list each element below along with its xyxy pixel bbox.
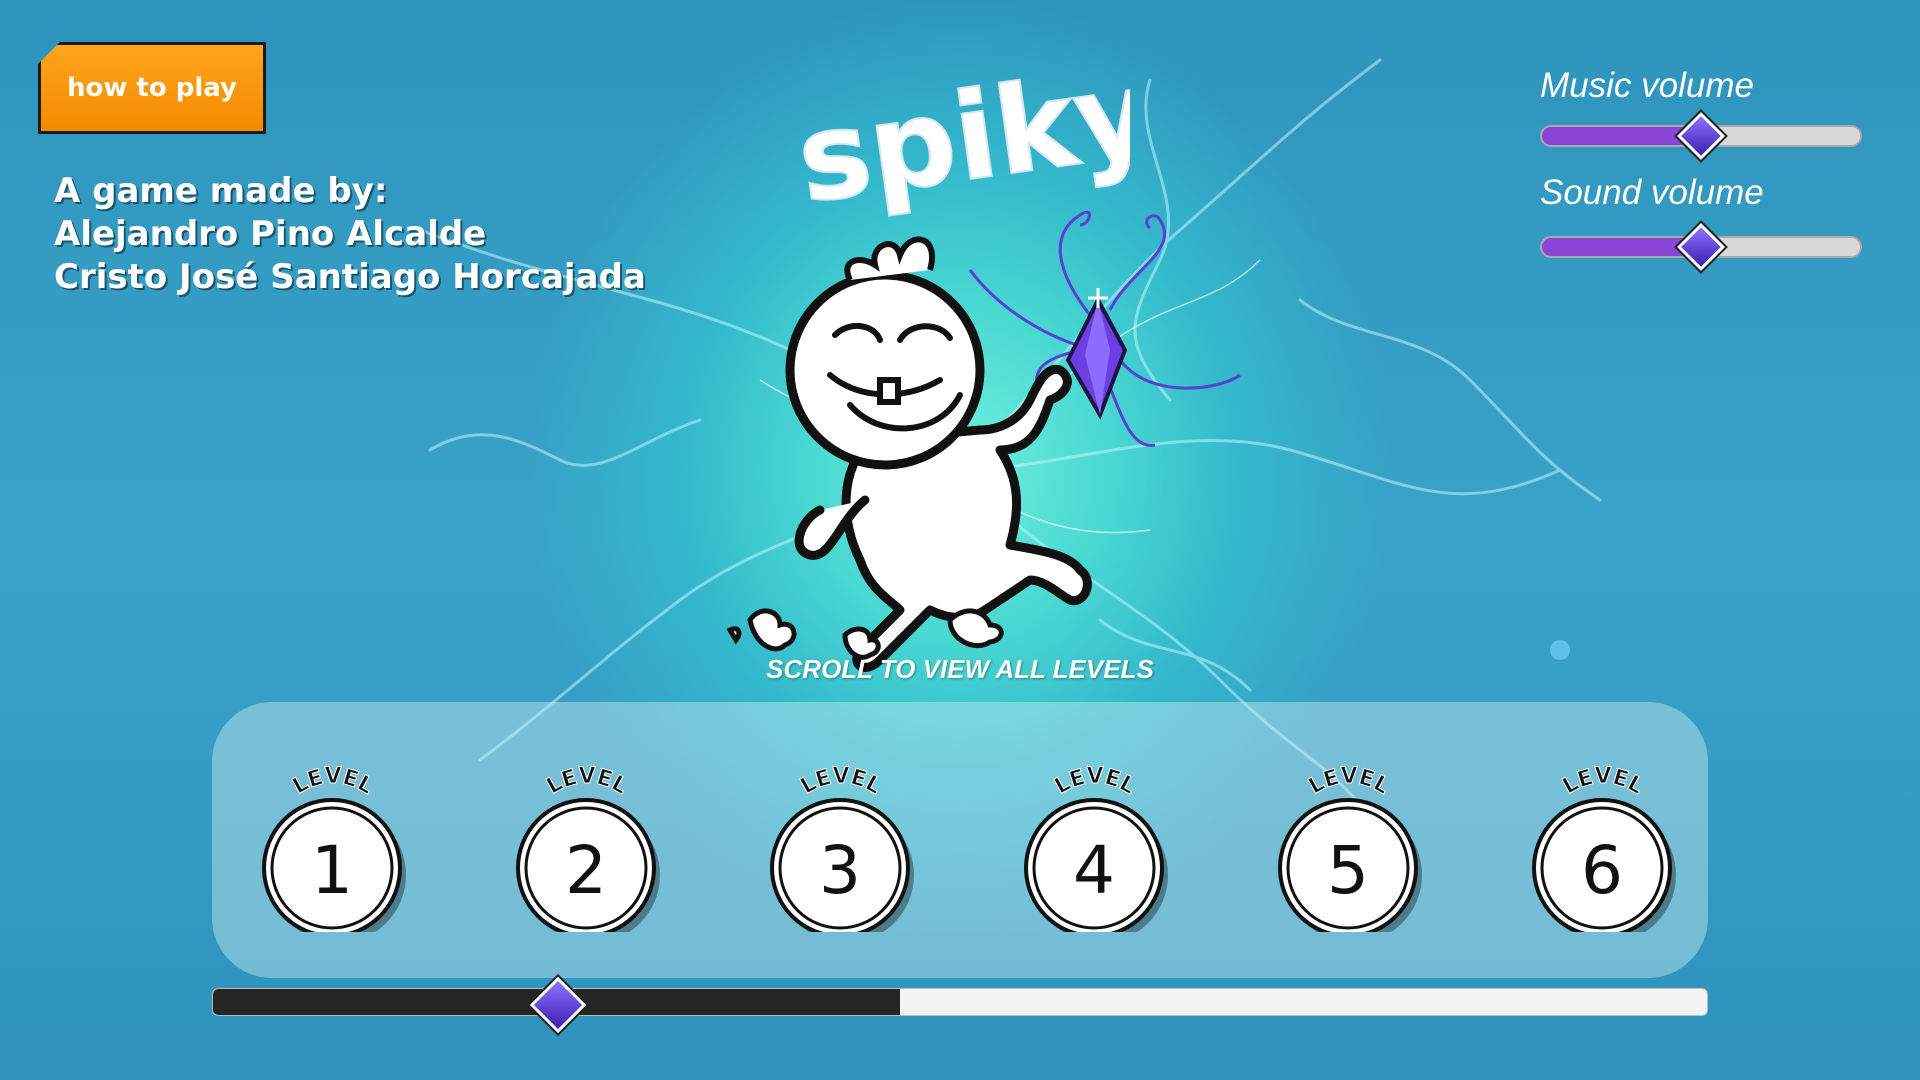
level-button-6[interactable]: LEVEL 6 <box>1528 762 1678 932</box>
svg-text:LEVEL: LEVEL <box>797 764 886 800</box>
music-volume-label: Music volume <box>1540 66 1754 105</box>
credits-author-1: Alejandro Pino Alcalde <box>54 214 487 254</box>
how-to-play-label: how to play <box>66 73 237 103</box>
level-number: 5 <box>1327 832 1369 909</box>
credits-author-2: Cristo José Santiago Horcajada <box>54 257 646 297</box>
level-button-4[interactable]: LEVEL 4 <box>1020 762 1170 932</box>
credits-block: A game made by: Alejandro Pino Alcalde C… <box>54 170 646 299</box>
scroll-hint-text: SCROLL TO VIEW ALL LEVELS <box>766 654 1154 684</box>
sound-volume-label: Sound volume <box>1540 173 1764 212</box>
svg-text:LEVEL: LEVEL <box>543 764 632 800</box>
spiky-character-illustration <box>726 210 1241 672</box>
level-button-3[interactable]: LEVEL 3 <box>766 762 916 932</box>
svg-text:LEVEL: LEVEL <box>289 764 378 800</box>
level-button-2[interactable]: LEVEL 2 <box>512 762 662 932</box>
how-to-play-button[interactable]: how to play <box>38 42 266 134</box>
level-badge-text: LEVEL <box>288 764 378 801</box>
svg-text:LEVEL: LEVEL <box>1305 764 1394 800</box>
level-badge-text: LEVEL <box>1558 764 1648 801</box>
level-badge-text: LEVEL <box>1050 764 1140 801</box>
level-number: 4 <box>1073 832 1115 909</box>
level-number: 1 <box>311 832 353 909</box>
level-badge-text: LEVEL <box>796 764 886 801</box>
credits-heading: A game made by: <box>54 171 388 211</box>
level-select-panel[interactable] <box>212 702 1708 978</box>
crystal-gem-icon <box>1065 288 1128 420</box>
level-number: 2 <box>565 832 607 909</box>
level-scrollbar[interactable] <box>212 988 1708 1016</box>
level-badge-text: LEVEL <box>542 764 632 801</box>
level-button-5[interactable]: LEVEL 5 <box>1274 762 1424 932</box>
level-number: 3 <box>819 832 861 909</box>
level-badge-text: LEVEL <box>1304 764 1394 801</box>
svg-text:LEVEL: LEVEL <box>1559 764 1648 800</box>
level-button-1[interactable]: LEVEL 1 <box>258 762 408 932</box>
level-number: 6 <box>1581 832 1623 909</box>
svg-text:LEVEL: LEVEL <box>1051 764 1140 800</box>
